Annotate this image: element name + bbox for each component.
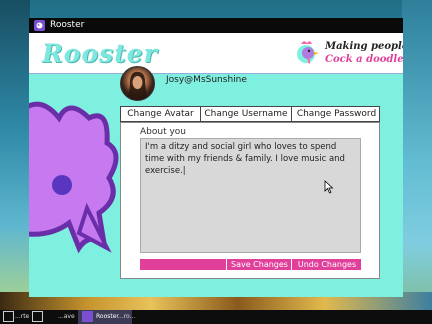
taskbar-item[interactable]: ...ro... <box>118 311 135 323</box>
about-panel: About you I'm a ditzy and social girl wh… <box>120 122 380 279</box>
taskbar-item[interactable]: ...rte <box>15 311 29 323</box>
save-changes-button[interactable]: Save Changes <box>226 259 292 270</box>
user-handle: Josy@MsSunshine <box>166 75 247 85</box>
taskbar-app-icon[interactable] <box>3 311 14 322</box>
tab-change-username[interactable]: Change Username <box>201 107 292 121</box>
rooster-mascot-icon <box>297 41 319 64</box>
tagline-line1: Making people go <box>325 41 403 52</box>
rooster-app-icon <box>34 20 45 31</box>
tab-change-password[interactable]: Change Password <box>292 107 381 121</box>
tagline-line2: Cock a doodle doo <box>325 54 403 65</box>
taskbar-item[interactable]: ...ave <box>58 311 75 323</box>
about-label: About you <box>140 127 187 137</box>
taskbar-item-rooster[interactable]: Rooster <box>96 311 119 323</box>
rooster-taskbar-icon[interactable] <box>82 311 93 322</box>
user-avatar[interactable] <box>120 66 155 101</box>
undo-changes-button[interactable]: Undo Changes <box>291 259 362 270</box>
taskbar: ...rte ...ave Rooster ...ro... <box>0 310 432 324</box>
wallpaper-left <box>0 0 30 324</box>
taskbar-app-icon[interactable] <box>32 311 43 322</box>
profile-tabs: Change Avatar Change Username Change Pas… <box>120 106 380 122</box>
action-bar: Save Changes Undo Changes <box>140 259 361 270</box>
app-logo: Rooster <box>42 39 158 68</box>
about-textarea[interactable]: I'm a ditzy and social girl who loves to… <box>140 138 361 253</box>
app-header: Rooster Making people go Cock a doodle d… <box>29 33 403 74</box>
tab-change-avatar[interactable]: Change Avatar <box>121 107 201 121</box>
wallpaper-right <box>402 0 432 324</box>
mouse-pointer-icon <box>324 180 334 194</box>
title-bar[interactable]: Rooster <box>29 18 403 33</box>
window-title: Rooster <box>50 20 85 30</box>
